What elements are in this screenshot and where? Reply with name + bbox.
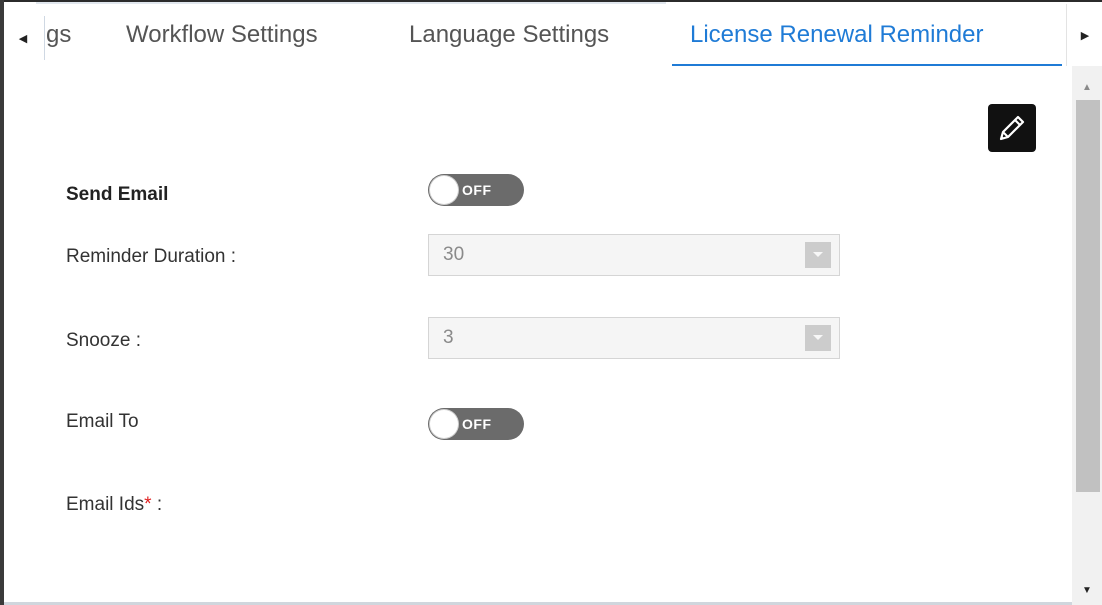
snooze-select[interactable]: 3 [428, 317, 840, 359]
edit-button[interactable] [988, 104, 1036, 152]
reminder-duration-value: 30 [443, 244, 465, 265]
scroll-down-button[interactable]: ▼ [1072, 575, 1102, 605]
scroll-up-button[interactable]: ▲ [1072, 72, 1102, 102]
tab-bar: ◀ gs Workflow Settings Language Settings… [4, 4, 1102, 67]
required-marker: * [144, 494, 152, 515]
toggle-state: OFF [462, 182, 492, 198]
toggle-state: OFF [462, 416, 492, 432]
license-renewal-panel: Send Email OFF Reminder Duration : 30 Sn… [4, 66, 1070, 605]
reminder-duration-label: Reminder Duration : [66, 246, 237, 267]
chevron-down-icon[interactable] [805, 325, 831, 351]
triangle-up-icon: ▲ [1082, 81, 1092, 93]
triangle-left-icon: ◀ [18, 32, 28, 45]
tab-scroll-left-button[interactable]: ◀ [12, 16, 34, 60]
scrollbar-thumb[interactable] [1076, 100, 1100, 492]
tab-workflow-settings[interactable]: Workflow Settings [126, 4, 318, 66]
email-to-toggle[interactable]: OFF [428, 408, 524, 440]
tab-label: Workflow Settings [126, 21, 318, 48]
toggle-knob [430, 176, 458, 204]
send-email-label: Send Email [66, 184, 169, 205]
pencil-icon [999, 115, 1025, 141]
tab-label: Language Settings [409, 21, 610, 48]
toggle-knob [430, 410, 458, 438]
triangle-right-icon: ▶ [1080, 29, 1090, 42]
tab-license-renewal-reminder[interactable]: License Renewal Reminder [690, 4, 983, 66]
tab-language-settings[interactable]: Language Settings [409, 4, 609, 66]
send-email-toggle[interactable]: OFF [428, 174, 524, 206]
email-ids-label-suffix: : [151, 494, 163, 515]
email-to-label: Email To [66, 411, 139, 432]
email-ids-label: Email Ids* : [66, 494, 162, 516]
snooze-label: Snooze : [66, 330, 141, 351]
snooze-value: 3 [443, 327, 454, 348]
vertical-scrollbar[interactable]: ▲ ▼ [1072, 66, 1102, 605]
email-ids-label-text: Email Ids [66, 494, 145, 515]
tab-label: License Renewal Reminder [690, 21, 984, 48]
tab-partial[interactable]: gs [46, 4, 71, 66]
triangle-down-icon: ▼ [1082, 584, 1092, 596]
chevron-down-icon[interactable] [805, 242, 831, 268]
tab-separator [44, 16, 45, 60]
reminder-duration-select[interactable]: 30 [428, 234, 840, 276]
tab-scroll-right-button[interactable]: ▶ [1066, 4, 1102, 66]
